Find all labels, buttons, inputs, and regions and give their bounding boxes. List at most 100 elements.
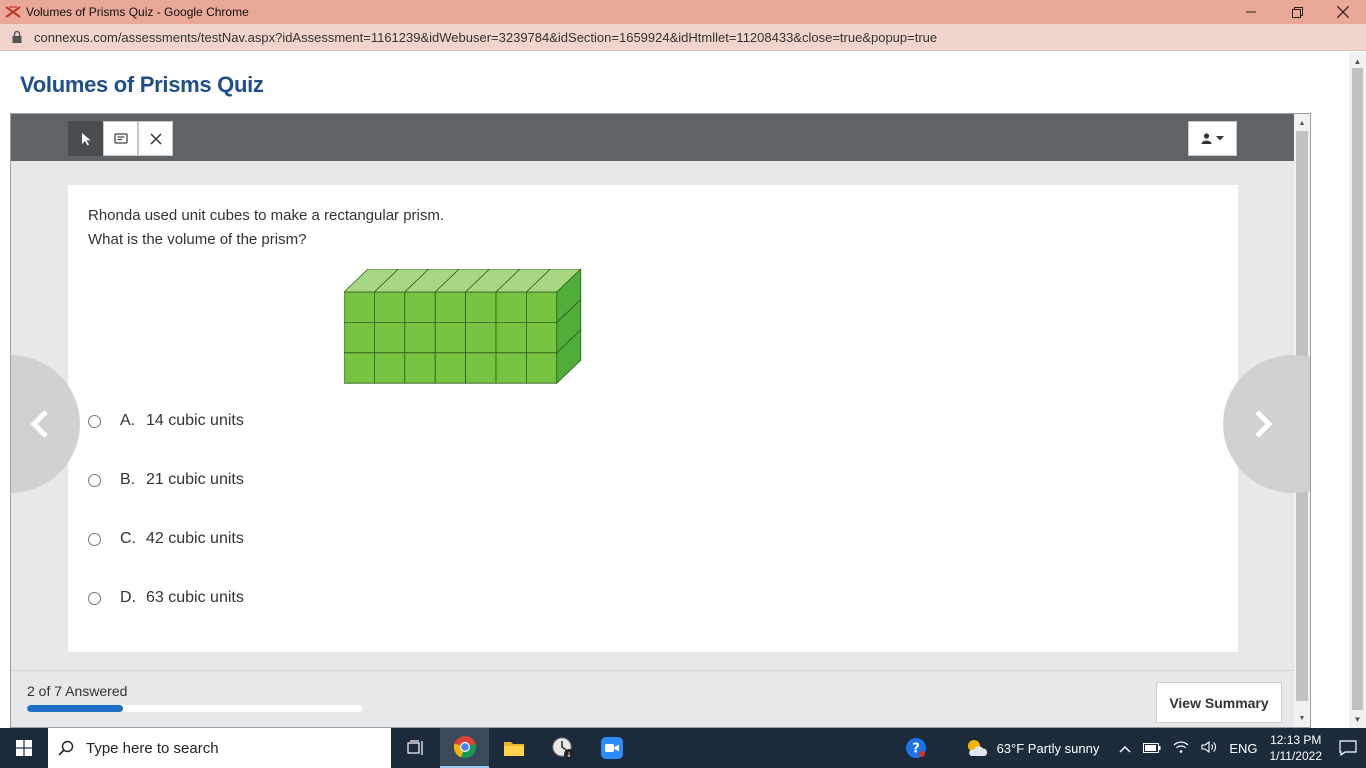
radio-c[interactable]	[88, 532, 101, 546]
url-text[interactable]: connexus.com/assessments/testNav.aspx?id…	[34, 30, 937, 45]
choice-a[interactable]: A. 14 cubic units	[88, 412, 244, 430]
choice-d[interactable]: D. 63 cubic units	[88, 589, 244, 607]
quiz-frame: ▲ ▼ Rhonda used unit cubes to make a rec…	[10, 113, 1311, 728]
choice-text: 21 cubic units	[146, 471, 244, 488]
cube-front-face	[344, 322, 375, 354]
quiz-footer: 2 of 7 Answered View Summary	[11, 670, 1294, 727]
cube-front-face	[525, 291, 558, 323]
system-tray: ? 63°F Partly sunny ENG 12:13 PM 1/11/20…	[892, 728, 1366, 768]
question-card: Rhonda used unit cubes to make a rectang…	[68, 185, 1238, 652]
clock-time: 12:13 PM	[1270, 733, 1322, 747]
weather-widget[interactable]: 63°F Partly sunny	[965, 738, 1100, 758]
search-icon	[58, 740, 74, 756]
close-window-button[interactable]	[1320, 0, 1366, 24]
task-view-icon	[406, 740, 423, 755]
alarm-clock-icon: ↓	[552, 737, 574, 759]
answered-progress-bar	[27, 705, 362, 712]
address-bar[interactable]: connexus.com/assessments/testNav.aspx?id…	[0, 24, 1366, 51]
scroll-up-icon[interactable]: ▲	[1349, 54, 1366, 68]
chrome-icon	[453, 736, 476, 759]
user-icon	[1201, 133, 1212, 144]
taskbar: Type here to search ↓ ? 63°F Partly sunn…	[0, 728, 1366, 768]
minimize-button[interactable]	[1228, 0, 1274, 24]
radio-a[interactable]	[88, 414, 101, 428]
choice-text: 42 cubic units	[146, 530, 244, 547]
taskbar-search-box[interactable]: Type here to search	[48, 728, 391, 768]
wifi-icon[interactable]	[1173, 740, 1189, 756]
choice-letter: C.	[120, 530, 136, 547]
tool-group	[68, 121, 173, 156]
search-placeholder: Type here to search	[86, 739, 219, 757]
cube-front-face	[434, 322, 466, 354]
unit-cube-prism-figure	[344, 269, 582, 385]
cube-front-face	[434, 352, 466, 384]
choice-letter: A.	[120, 412, 136, 429]
file-explorer-button[interactable]	[489, 728, 538, 768]
choice-b[interactable]: B. 21 cubic units	[88, 471, 244, 489]
folder-icon	[503, 742, 524, 756]
cube-front-face	[465, 322, 497, 354]
cube-front-face	[465, 291, 497, 323]
eliminator-tool-button[interactable]	[138, 121, 173, 156]
volume-icon[interactable]	[1201, 740, 1217, 756]
user-menu-button[interactable]	[1188, 121, 1237, 156]
lock-icon	[0, 31, 34, 43]
notepad-tool-button[interactable]	[103, 121, 138, 156]
choice-text: 63 cubic units	[146, 589, 244, 606]
choice-text: 14 cubic units	[146, 412, 244, 429]
cube-front-face	[404, 322, 436, 354]
help-tray-button[interactable]: ?	[892, 728, 941, 768]
cube-front-face	[525, 352, 558, 384]
cube-front-face	[373, 352, 406, 384]
partly-sunny-icon	[967, 740, 987, 756]
task-view-button[interactable]	[391, 728, 440, 768]
quiz-toolbar	[11, 114, 1294, 161]
frame-scroll-down-icon[interactable]: ▼	[1294, 711, 1310, 725]
windows-icon	[16, 740, 32, 756]
language-indicator[interactable]: ENG	[1229, 741, 1257, 756]
cube-front-face	[495, 322, 527, 354]
chrome-taskbar-button[interactable]	[440, 728, 489, 768]
cube-front-face	[465, 352, 497, 384]
cube-front-face	[525, 322, 558, 354]
caret-down-icon	[1216, 136, 1224, 141]
question-text: Rhonda used unit cubes to make a rectang…	[88, 204, 444, 252]
answered-count: 2 of 7 Answered	[27, 683, 128, 699]
zoom-icon	[600, 737, 623, 759]
scroll-down-icon[interactable]: ▼	[1349, 712, 1366, 726]
notification-icon	[1339, 740, 1357, 756]
svg-text:↓: ↓	[566, 751, 572, 759]
view-summary-button[interactable]: View Summary	[1156, 682, 1282, 723]
choice-letter: B.	[120, 471, 136, 488]
radio-b[interactable]	[88, 473, 101, 487]
pointer-tool-button[interactable]	[68, 121, 103, 156]
weather-text: 63°F Partly sunny	[996, 740, 1100, 756]
frame-scroll-up-icon[interactable]: ▲	[1294, 116, 1310, 130]
cube-front-face	[495, 291, 527, 323]
progress-fill	[27, 705, 123, 712]
cube-front-face	[373, 291, 406, 323]
close-icon	[149, 132, 162, 145]
restore-button[interactable]	[1274, 0, 1320, 24]
page-scrollbar[interactable]: ▲ ▼	[1349, 52, 1366, 728]
page-scroll-thumb[interactable]	[1352, 68, 1363, 710]
window-title: Volumes of Prisms Quiz - Google Chrome	[26, 5, 249, 19]
help-icon: ?	[906, 738, 927, 758]
zoom-app-button[interactable]	[587, 728, 636, 768]
notifications-button[interactable]	[1330, 740, 1366, 756]
cube-front-face	[373, 322, 406, 354]
chevron-left-icon	[30, 410, 48, 438]
taskbar-clock[interactable]: 12:13 PM 1/11/2022	[1270, 732, 1323, 764]
battery-icon[interactable]	[1143, 741, 1161, 756]
start-button[interactable]	[0, 728, 48, 768]
clock-app-button[interactable]: ↓	[538, 728, 587, 768]
cube-front-face	[434, 291, 466, 323]
choice-c[interactable]: C. 42 cubic units	[88, 530, 244, 548]
svg-text:?: ?	[912, 742, 920, 757]
cube-front-face	[495, 352, 527, 384]
cube-front-face	[344, 291, 375, 323]
chevron-up-icon[interactable]	[1119, 741, 1131, 756]
radio-d[interactable]	[88, 591, 101, 605]
clock-date: 1/11/2022	[1269, 749, 1323, 763]
chevron-right-icon	[1255, 410, 1273, 438]
